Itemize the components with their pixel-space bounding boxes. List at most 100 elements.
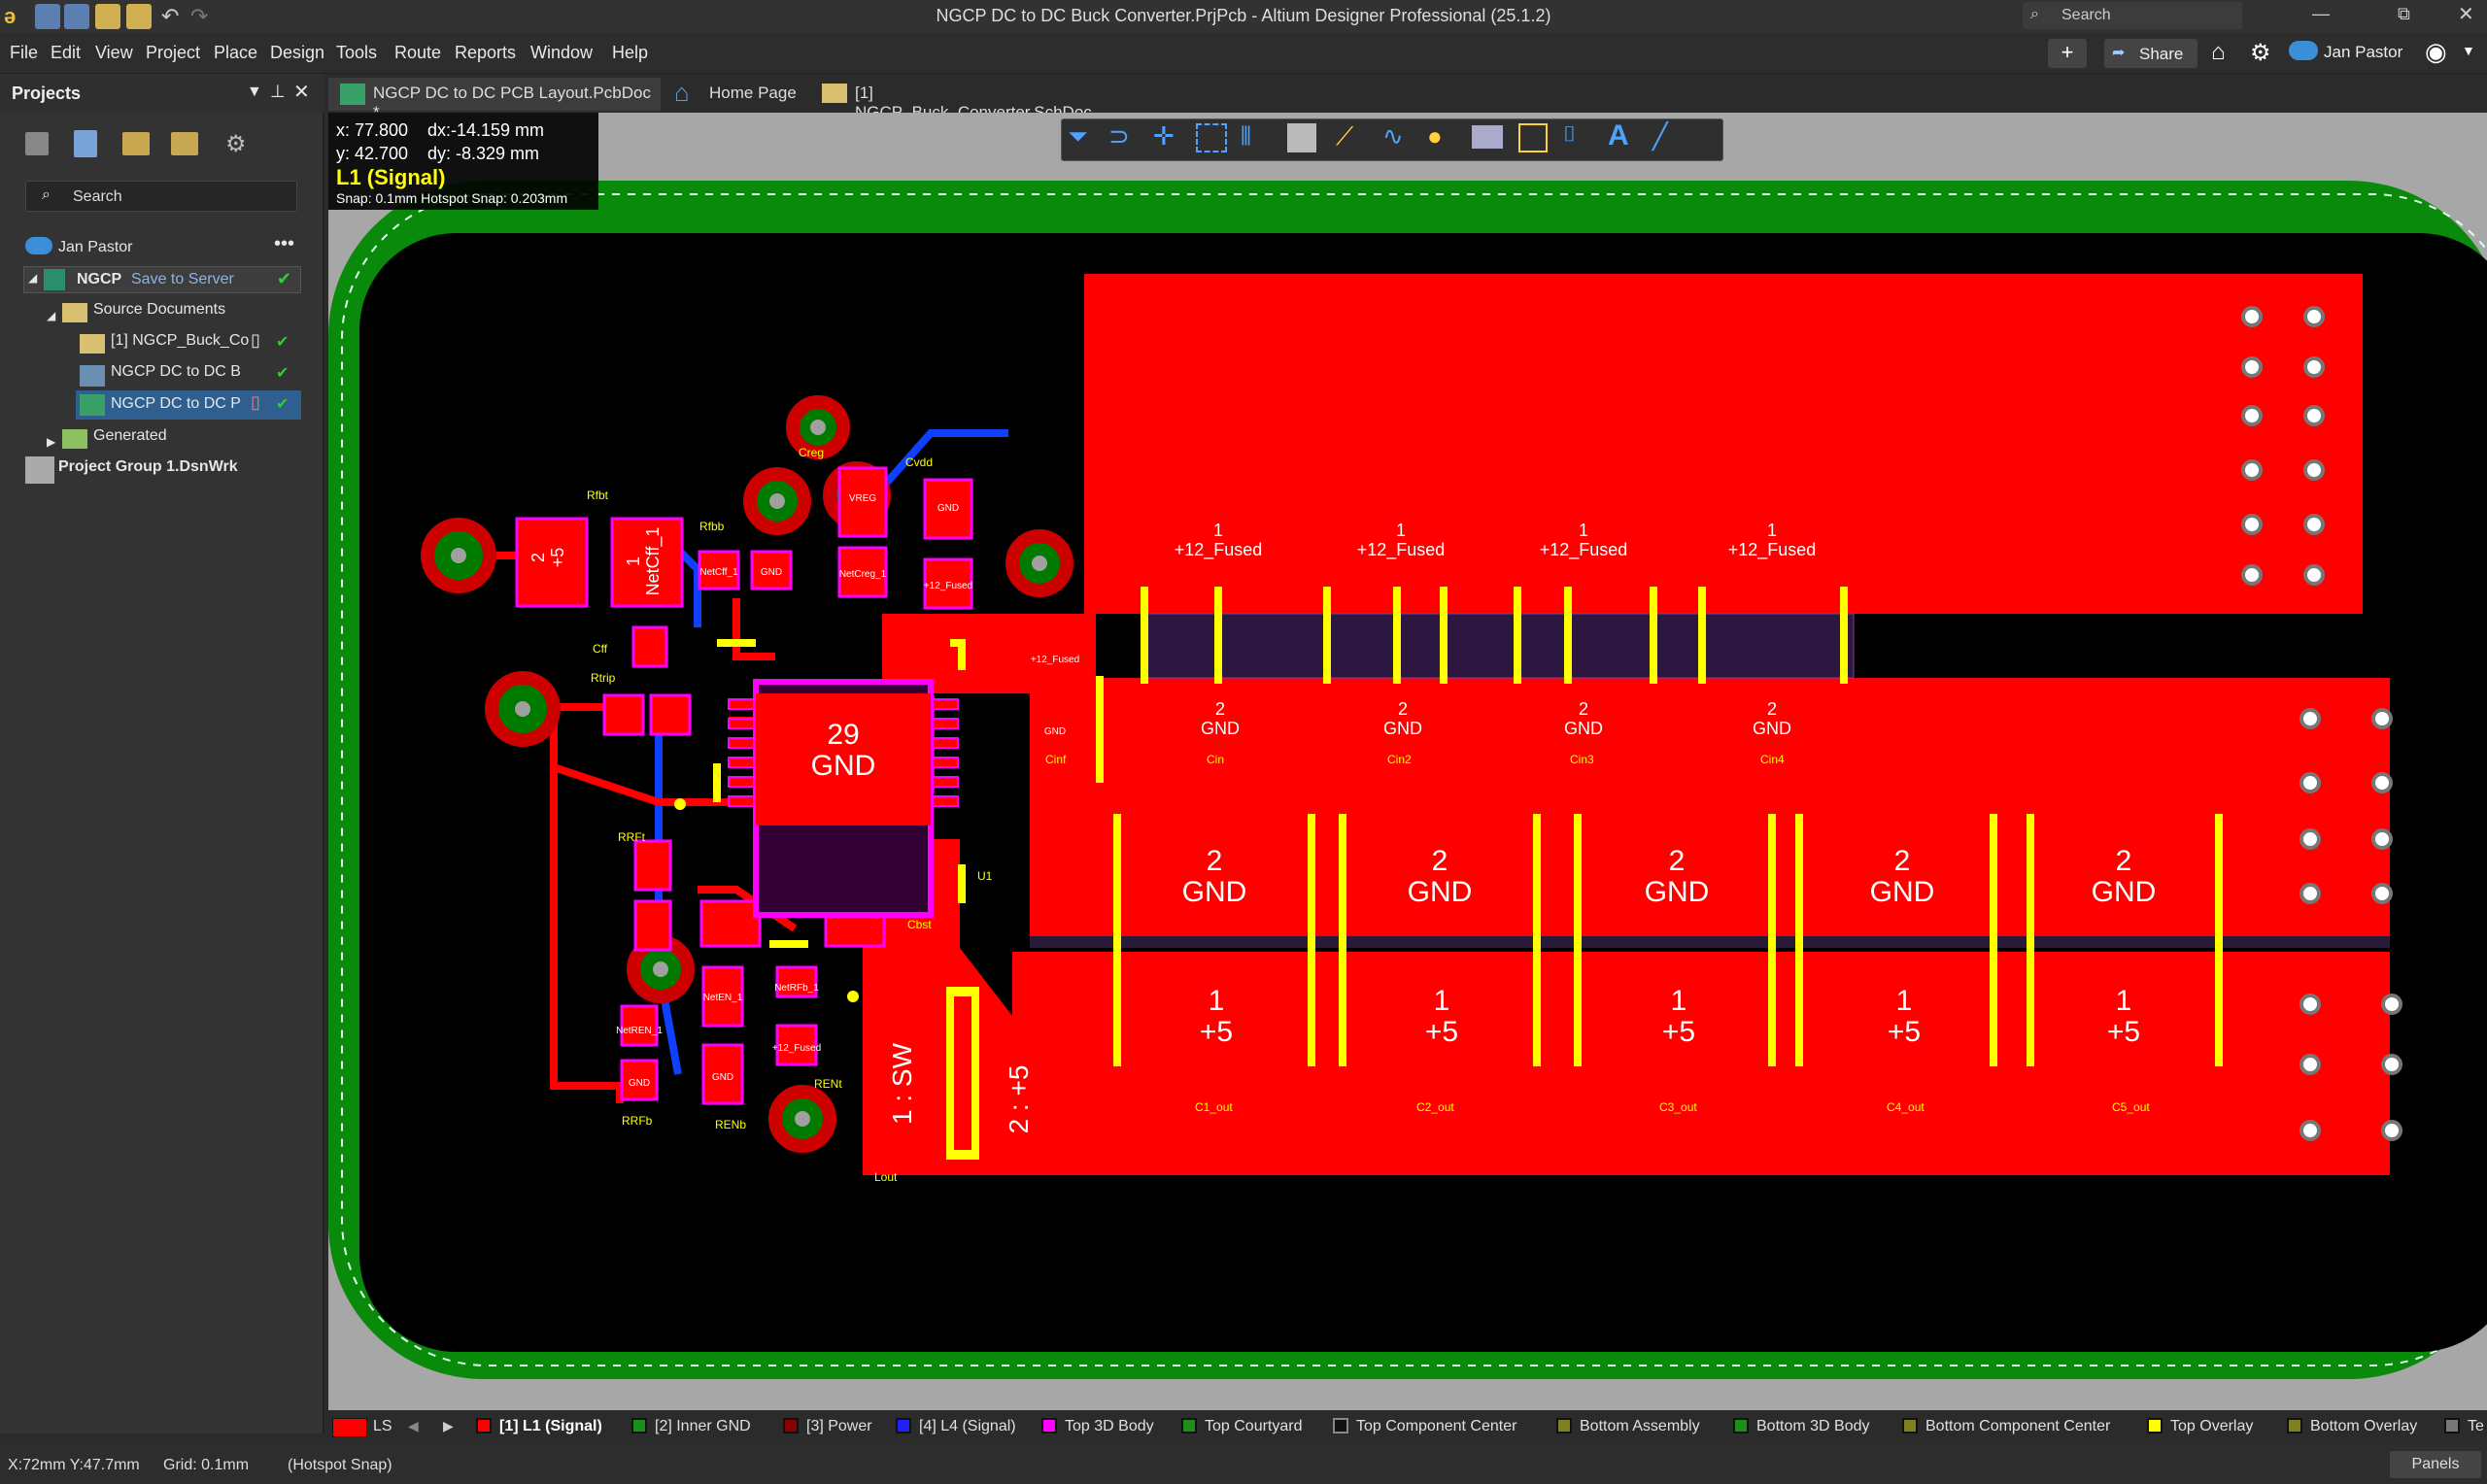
big-gnd-num-4: 2	[1894, 845, 1911, 877]
panels-button[interactable]: Panels	[2390, 1451, 2481, 1478]
layer-tab-top-component-center[interactable]: Top Component Center	[1333, 1418, 1516, 1435]
pad-net-gnd-cvdd: GND	[937, 503, 959, 514]
menu-tools[interactable]: Tools	[336, 43, 377, 63]
expand-arrow-icon[interactable]: ◢	[28, 271, 37, 285]
menu-view[interactable]: View	[95, 43, 133, 63]
menu-place[interactable]: Place	[214, 43, 257, 63]
pcb-label-cin: Cin	[1207, 753, 1224, 766]
restore-button[interactable]: ⧉	[2398, 4, 2410, 24]
pcb-doc-icon	[340, 84, 365, 105]
pcb-label-c1-out: C1_out	[1195, 1100, 1233, 1114]
layer-tab-top-overlay-label: Top Overlay	[2170, 1418, 2254, 1434]
layer-set-ls[interactable]: LS	[373, 1418, 392, 1435]
menu-edit[interactable]: Edit	[51, 43, 81, 63]
pcb-board[interactable]: Rfbt Rfbb Creg Cvdd Cff Rtrip RRFt Cbst …	[328, 113, 2487, 1410]
hud-x: x: 77.800	[336, 120, 409, 140]
account-icon[interactable]: ◉	[2425, 37, 2447, 67]
layer-scroll-right-icon[interactable]: ▶	[443, 1418, 454, 1434]
layer-tab-inner-gnd[interactable]: [2] Inner GND	[631, 1418, 751, 1435]
layer-tab-truncated[interactable]: Te	[2444, 1418, 2484, 1435]
layer-tab-bottom-component-center-label: Bottom Component Center	[1925, 1418, 2111, 1434]
string-text-icon[interactable]: A	[1608, 119, 1649, 158]
projects-search-box[interactable]: ⌕ Search	[25, 181, 297, 212]
project-options-icon[interactable]	[74, 130, 97, 157]
menu-reports[interactable]: Reports	[455, 43, 516, 63]
tree-doc-pcb-p-row[interactable]: NGCP DC to DC P ▯ ✔	[76, 390, 301, 420]
tab-schematic[interactable]: [1] NGCP_Buck_Converter.SchDoc	[810, 78, 1107, 121]
tree-generated[interactable]: Generated	[93, 427, 167, 445]
menu-file[interactable]: File	[10, 43, 38, 63]
open-project-icon[interactable]	[171, 132, 198, 155]
save-project-icon[interactable]	[25, 132, 49, 155]
layer-tab-bottom-component-center[interactable]: Bottom Component Center	[1902, 1418, 2110, 1435]
keepout-icon[interactable]	[1518, 123, 1548, 152]
layer-swatch-bottom-overlay	[2287, 1418, 2302, 1433]
tree-source-documents[interactable]: Source Documents	[93, 301, 225, 319]
menu-route[interactable]: Route	[394, 43, 441, 63]
layer-scroll-left-icon[interactable]: ◀	[408, 1418, 419, 1434]
fill-icon[interactable]	[1472, 125, 1503, 149]
share-button[interactable]: ➦ Share	[2104, 39, 2197, 68]
layer-swatch-inner-gnd	[631, 1418, 647, 1433]
save-to-server-link[interactable]: Save to Server	[131, 271, 234, 288]
projects-panel-header: Projects ▼ ⊥ ✕	[0, 74, 324, 113]
component-icon[interactable]	[1287, 123, 1316, 152]
expand-arrow-icon[interactable]: ◢	[47, 309, 55, 322]
pin-icon[interactable]: ⊥	[270, 82, 286, 102]
plus5-num-5: 1	[2116, 985, 2132, 1017]
expand-arrow-icon[interactable]: ▶	[47, 435, 55, 449]
close-panel-icon[interactable]: ✕	[293, 80, 310, 104]
schematic-doc-icon	[822, 84, 847, 103]
panel-menu-chevron-down-icon[interactable]: ▼	[247, 84, 262, 101]
pad-net-gnd-rfbb: GND	[761, 567, 782, 578]
global-search-box[interactable]: ⌕ Search	[2023, 2, 2242, 29]
open-doc-icon[interactable]	[122, 132, 150, 155]
settings-gear-icon[interactable]: ⚙	[225, 130, 247, 158]
home-icon[interactable]: ⌂	[2211, 39, 2226, 66]
route-icon[interactable]: ⟋	[1336, 121, 1377, 160]
tree-doc-pcb-p: NGCP DC to DC P	[111, 395, 241, 412]
layer-tab-l1[interactable]: [1] L1 (Signal)	[476, 1418, 602, 1435]
share-label: Share	[2139, 45, 2184, 63]
gear-icon[interactable]: ⚙	[2250, 39, 2271, 67]
pad-net-neten: NetEN_1	[703, 993, 743, 1003]
menu-design[interactable]: Design	[270, 43, 324, 63]
diff-pair-icon[interactable]: ∿	[1382, 121, 1423, 160]
user-name[interactable]: Jan Pastor	[2324, 43, 2402, 62]
via-icon[interactable]: ●	[1427, 121, 1468, 160]
account-chevron-down-icon[interactable]: ▼	[2462, 43, 2475, 58]
dimension-icon[interactable]: ⌷	[1563, 121, 1604, 160]
tree-item-project[interactable]: ◢ NGCP Save to Server ✔	[23, 266, 301, 293]
tab-pcb-layout[interactable]: NGCP DC to DC PCB Layout.PcbDoc *	[328, 78, 661, 121]
select-rect-icon[interactable]	[1196, 123, 1227, 152]
layer-tab-top-overlay[interactable]: Top Overlay	[2147, 1418, 2253, 1435]
align-icon[interactable]: ⫴	[1241, 121, 1281, 160]
tree-project-group[interactable]: Project Group 1.DsnWrk	[58, 458, 238, 476]
pcb-label-lout: Lout	[874, 1170, 898, 1184]
minimize-button[interactable]: —	[2312, 4, 2330, 24]
layer-tab-bottom-overlay[interactable]: Bottom Overlay	[2287, 1418, 2417, 1435]
line-icon[interactable]: ╱	[1652, 121, 1693, 160]
menu-window[interactable]: Window	[530, 43, 593, 63]
tree-doc-pcb-b[interactable]: NGCP DC to DC B	[111, 363, 241, 381]
more-options-icon[interactable]: •••	[274, 233, 294, 255]
menu-help[interactable]: Help	[612, 43, 648, 63]
close-window-button[interactable]: ✕	[2458, 2, 2474, 26]
layer-swatch-top-component-center	[1333, 1418, 1348, 1433]
layer-tab-top-courtyard[interactable]: Top Courtyard	[1181, 1418, 1303, 1435]
tree-doc-schematic[interactable]: [1] NGCP_Buck_Co	[111, 332, 249, 350]
add-comment-button[interactable]: +	[2048, 39, 2087, 68]
layer-tab-power[interactable]: [3] Power	[783, 1418, 872, 1435]
tab-home-page[interactable]: ⌂ Home Page	[664, 78, 804, 111]
menu-project[interactable]: Project	[146, 43, 200, 63]
layer-tab-bottom-assembly[interactable]: Bottom Assembly	[1556, 1418, 1700, 1435]
snap-icon[interactable]: ⊃	[1108, 121, 1149, 160]
big-gnd-4: GND	[1870, 876, 1935, 908]
layer-tab-bottom-3d-body[interactable]: Bottom 3D Body	[1733, 1418, 1870, 1435]
pcb-canvas[interactable]: Rfbt Rfbb Creg Cvdd Cff Rtrip RRFt Cbst …	[328, 113, 2487, 1410]
move-cross-icon[interactable]: ✛	[1153, 121, 1194, 160]
layer-tab-l4[interactable]: [4] L4 (Signal)	[896, 1418, 1016, 1435]
filter-icon[interactable]: ⏷	[1068, 121, 1108, 160]
layer-tab-top-3d-body[interactable]: Top 3D Body	[1041, 1418, 1154, 1435]
pcb-label-rrfb: RRFb	[622, 1114, 653, 1128]
